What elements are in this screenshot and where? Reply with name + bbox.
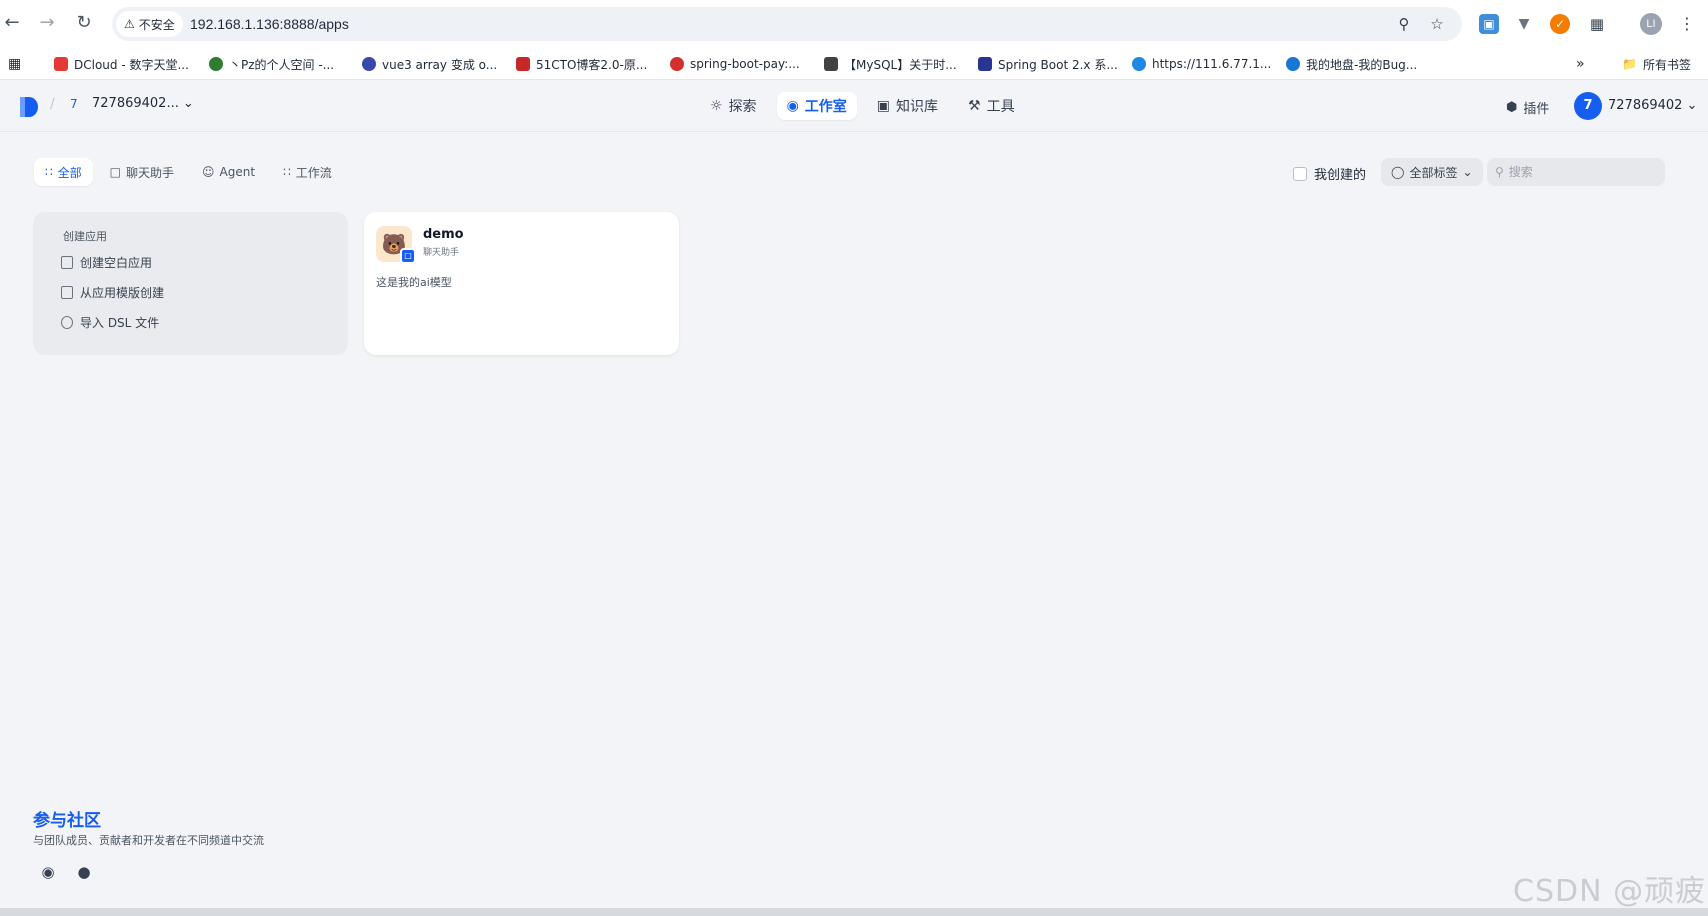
bookmark-item[interactable]: vue3 array 变成 o... xyxy=(362,54,497,74)
workflow-icon: ∷ xyxy=(283,165,291,179)
robot-icon: ◉ xyxy=(786,98,799,114)
profile-avatar[interactable]: LI xyxy=(1640,13,1662,35)
nav-tools[interactable]: ⚒ 工具 xyxy=(958,92,1025,120)
tab-workflow[interactable]: ∷ 工作流 xyxy=(272,158,343,186)
import-icon xyxy=(61,315,73,329)
user-avatar[interactable]: 7 xyxy=(1574,92,1602,120)
app-header: / 7 727869402... ⌄ ☼ 探索 ◉ 工作室 ▣ 知识库 ⚒ 工具… xyxy=(0,80,1708,132)
bookmark-item[interactable]: 丶Pz的个人空间 -... xyxy=(209,54,334,74)
nav-explore[interactable]: ☼ 探索 xyxy=(700,92,767,120)
book-icon: ▣ xyxy=(876,98,891,114)
extension-vue-icon[interactable]: ▼ xyxy=(1514,14,1534,34)
create-from-template[interactable]: 从应用模版创建 xyxy=(61,282,348,302)
search-box[interactable]: ⚲ xyxy=(1487,158,1665,186)
chat-bubble-icon: □ xyxy=(109,165,121,179)
user-menu[interactable]: 727869402 ⌄ xyxy=(1608,98,1697,113)
tab-chat-assistant[interactable]: □ 聊天助手 xyxy=(99,158,185,186)
bookmark-item[interactable]: Spring Boot 2.x 系... xyxy=(978,54,1118,74)
bookmark-favicon xyxy=(362,57,376,71)
bookmark-item[interactable]: DCloud - 数字天堂... xyxy=(54,54,189,74)
hammer-icon: ⚒ xyxy=(968,98,981,114)
nav-knowledge[interactable]: ▣ 知识库 xyxy=(867,92,948,120)
tab-all[interactable]: ∷ 全部 xyxy=(34,158,93,186)
bookmark-favicon xyxy=(1286,57,1300,71)
url-text[interactable]: 192.168.1.136:8888/apps xyxy=(190,7,349,41)
security-indicator[interactable]: ⚠ 不安全 xyxy=(116,11,183,37)
bookmark-item[interactable]: 我的地盘-我的Bug... xyxy=(1286,54,1417,74)
zoom-icon[interactable]: ⚲ xyxy=(1395,15,1413,33)
chevron-down-icon: ⌄ xyxy=(1686,98,1698,113)
bookmark-favicon xyxy=(1132,57,1146,71)
bookmark-star-icon[interactable]: ☆ xyxy=(1428,15,1446,33)
bookmarks-bar: ▦ DCloud - 数字天堂... 丶Pz的个人空间 -... vue3 ar… xyxy=(0,48,1708,80)
bookmark-favicon xyxy=(978,57,992,71)
search-input[interactable] xyxy=(1508,165,1649,179)
more-bookmarks-icon[interactable]: » xyxy=(1576,54,1585,74)
agent-icon: ☺ xyxy=(202,165,215,179)
forward-arrow-icon[interactable]: → xyxy=(35,11,59,35)
plugins-button[interactable]: ⬢ 插件 xyxy=(1506,98,1549,117)
import-dsl-file[interactable]: 导入 DSL 文件 xyxy=(61,312,348,332)
security-label: 不安全 xyxy=(138,17,175,32)
chat-badge-icon: □ xyxy=(400,248,416,264)
bookmark-item[interactable]: spring-boot-pay:... xyxy=(670,54,800,74)
bookmark-favicon xyxy=(824,57,838,71)
apps-grid-icon[interactable]: ▦ xyxy=(8,54,21,74)
app-card[interactable]: 🐻 □ demo 聊天助手 这是我的ai模型 xyxy=(364,212,679,355)
workspace-number: 7 xyxy=(70,97,78,111)
chevron-down-icon: ⌄ xyxy=(1462,165,1473,179)
created-by-me-checkbox[interactable] xyxy=(1293,166,1307,181)
created-by-me-filter[interactable]: 我创建的 xyxy=(1293,164,1366,183)
create-app-title: 创建应用 xyxy=(63,230,107,243)
tag-icon: ◯ xyxy=(1391,165,1405,179)
app-description: 这是我的ai模型 xyxy=(376,276,452,289)
warning-triangle-icon: ⚠ xyxy=(124,17,135,31)
tag-filter-dropdown[interactable]: ◯ 全部标签 ⌄ xyxy=(1381,158,1483,186)
bookmark-favicon xyxy=(516,57,530,71)
folder-icon: 📁 xyxy=(1622,57,1637,71)
compass-icon: ☼ xyxy=(710,98,723,114)
bookmark-favicon xyxy=(54,57,68,71)
app-type: 聊天助手 xyxy=(423,248,460,258)
reload-icon[interactable]: ↻ xyxy=(72,11,96,35)
discord-icon[interactable]: ● xyxy=(74,862,94,882)
bookmark-favicon xyxy=(209,57,223,71)
browser-menu-icon[interactable]: ⋮ xyxy=(1677,14,1697,34)
community-subtitle: 与团队成员、贡献者和开发者在不同频道中交流 xyxy=(33,834,264,847)
app-name: demo xyxy=(423,227,464,242)
github-icon[interactable]: ◉ xyxy=(38,862,58,882)
bottom-scroll-area xyxy=(0,908,1708,916)
all-bookmarks-folder[interactable]: 📁 所有书签 xyxy=(1622,54,1691,74)
back-arrow-icon[interactable]: ← xyxy=(0,11,24,35)
grid-icon: ∷ xyxy=(45,165,53,179)
cube-icon: ⬢ xyxy=(1506,100,1518,115)
bookmark-item[interactable]: 【MySQL】关于时... xyxy=(824,54,957,74)
file-plus-icon xyxy=(61,255,73,269)
nav-studio[interactable]: ◉ 工作室 xyxy=(776,92,857,120)
chevron-down-icon: ⌄ xyxy=(182,96,194,111)
bookmark-item[interactable]: 51CTO博客2.0-原... xyxy=(516,54,647,74)
bookmark-item[interactable]: https://111.6.77.1... xyxy=(1132,54,1271,74)
main-nav: ☼ 探索 ◉ 工作室 ▣ 知识库 ⚒ 工具 xyxy=(700,92,1025,120)
dify-logo-icon[interactable] xyxy=(20,97,38,117)
workspace-separator: / xyxy=(50,96,55,112)
tab-agent[interactable]: ☺ Agent xyxy=(191,158,266,186)
address-bar[interactable]: ⚠ 不安全 192.168.1.136:8888/apps ⚲ ☆ xyxy=(112,7,1462,41)
template-icon xyxy=(61,285,73,299)
extension-image-icon[interactable]: ▣ xyxy=(1479,14,1499,34)
search-icon: ⚲ xyxy=(1495,165,1504,179)
create-app-card: 创建应用 创建空白应用 从应用模版创建 导入 DSL 文件 xyxy=(33,212,348,355)
browser-toolbar: ← → ↻ ⚠ 不安全 192.168.1.136:8888/apps ⚲ ☆ … xyxy=(0,0,1708,48)
bookmark-favicon xyxy=(670,57,684,71)
csdn-watermark: CSDN @顽疲 xyxy=(1513,874,1707,909)
create-blank-app[interactable]: 创建空白应用 xyxy=(61,252,348,272)
app-type-tabs: ∷ 全部 □ 聊天助手 ☺ Agent ∷ 工作流 xyxy=(34,158,343,186)
extension-orange-icon[interactable]: ✓ xyxy=(1550,14,1570,34)
workspace-selector[interactable]: 727869402... ⌄ xyxy=(92,96,194,111)
community-title: 参与社区 xyxy=(33,811,101,831)
extensions-puzzle-icon[interactable]: ▦ xyxy=(1587,14,1607,34)
